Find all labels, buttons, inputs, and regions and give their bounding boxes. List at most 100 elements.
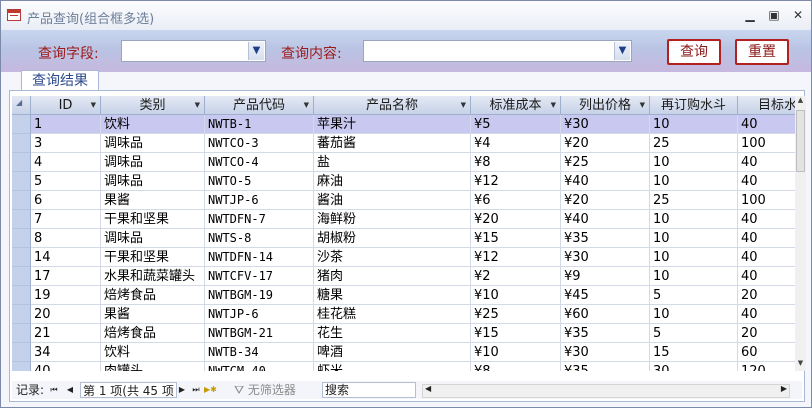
cell-product-code[interactable]: NWTS-8 <box>205 229 314 248</box>
cell-target-level[interactable]: 40 <box>738 248 795 267</box>
table-row[interactable]: 14 干果和坚果 NWTDFN-14 沙茶 ¥12 ¥30 10 40 <box>12 248 795 267</box>
cell-standard-cost[interactable]: ¥25 <box>471 305 561 324</box>
table-row[interactable]: 40肉罐头NWTCM-40虾米¥8¥3530120 <box>12 362 795 371</box>
cell-list-price[interactable]: ¥40 <box>561 172 650 191</box>
column-header-category[interactable]: 类别 ▼ <box>101 96 205 115</box>
cell-list-price[interactable]: ¥35 <box>561 324 650 343</box>
cell-list-price[interactable]: ¥20 <box>561 134 650 153</box>
chevron-down-icon[interactable]: ▼ <box>614 42 630 60</box>
cell-id[interactable]: 17 <box>31 267 101 286</box>
column-header-target-level[interactable]: 目标水 <box>738 96 795 115</box>
cell-id[interactable]: 19 <box>31 286 101 305</box>
cell-reorder-level[interactable]: 10 <box>650 153 738 172</box>
cell-product-name[interactable]: 桂花糕 <box>314 305 471 324</box>
record-selector[interactable] <box>12 153 31 172</box>
cell-category[interactable]: 调味品 <box>101 229 205 248</box>
new-record-icon[interactable]: ▶✱ <box>204 382 217 398</box>
query-field-combo[interactable]: ▼ <box>121 40 266 62</box>
record-selector[interactable] <box>12 324 31 343</box>
cell-reorder-level[interactable]: 10 <box>650 248 738 267</box>
cell-product-code[interactable]: NWTCO-4 <box>205 153 314 172</box>
column-header-reorder-level[interactable]: 再订购水斗 <box>650 96 738 115</box>
record-selector[interactable] <box>12 305 31 324</box>
cell-target-level[interactable]: 40 <box>738 172 795 191</box>
cell-product-code[interactable]: NWTB-34 <box>205 343 314 362</box>
dropdown-icon[interactable]: ▼ <box>304 96 309 115</box>
cell-id[interactable]: 21 <box>31 324 101 343</box>
cell-list-price[interactable]: ¥35 <box>561 362 650 371</box>
cell-target-level[interactable]: 40 <box>738 267 795 286</box>
cell-id[interactable]: 40 <box>31 362 101 371</box>
table-row[interactable]: 4 调味品 NWTCO-4 盐 ¥8 ¥25 10 40 <box>12 153 795 172</box>
cell-category[interactable]: 调味品 <box>101 172 205 191</box>
cell-reorder-level[interactable]: 25 <box>650 191 738 210</box>
chevron-down-icon[interactable]: ▼ <box>248 42 264 60</box>
column-header-id[interactable]: ID ▼ <box>31 96 101 115</box>
scroll-thumb[interactable] <box>796 110 805 172</box>
dropdown-icon[interactable]: ▼ <box>551 96 556 115</box>
cell-standard-cost[interactable]: ¥8 <box>471 362 561 371</box>
cell-product-code[interactable]: NWTCM-40 <box>205 362 314 371</box>
cell-list-price[interactable]: ¥45 <box>561 286 650 305</box>
cell-product-code[interactable]: NWTO-5 <box>205 172 314 191</box>
cell-standard-cost[interactable]: ¥10 <box>471 343 561 362</box>
column-header-product-code[interactable]: 产品代码 ▼ <box>205 96 314 115</box>
cell-list-price[interactable]: ¥9 <box>561 267 650 286</box>
record-selector[interactable] <box>12 191 31 210</box>
table-row[interactable]: 17 水果和蔬菜罐头 NWTCFV-17 猪肉 ¥2 ¥9 10 40 <box>12 267 795 286</box>
cell-id[interactable]: 20 <box>31 305 101 324</box>
vertical-scrollbar[interactable]: ▲ ▼ <box>795 96 806 371</box>
cell-id[interactable]: 14 <box>31 248 101 267</box>
cell-product-name[interactable]: 猪肉 <box>314 267 471 286</box>
cell-target-level[interactable]: 20 <box>738 324 795 343</box>
cell-standard-cost[interactable]: ¥15 <box>471 324 561 343</box>
cell-standard-cost[interactable]: ¥4 <box>471 134 561 153</box>
table-row[interactable]: 7 干果和坚果 NWTDFN-7 海鲜粉 ¥20 ¥40 10 40 <box>12 210 795 229</box>
cell-product-name[interactable]: 啤酒 <box>314 343 471 362</box>
query-button[interactable]: 查询 <box>667 39 721 65</box>
cell-target-level[interactable]: 40 <box>738 229 795 248</box>
cell-reorder-level[interactable]: 25 <box>650 134 738 153</box>
previous-record-icon[interactable]: ◀ <box>64 382 76 398</box>
cell-product-name[interactable]: 盐 <box>314 153 471 172</box>
record-selector[interactable] <box>12 362 31 371</box>
cell-category[interactable]: 饮料 <box>101 115 205 134</box>
cell-category[interactable]: 果酱 <box>101 191 205 210</box>
cell-list-price[interactable]: ¥20 <box>561 191 650 210</box>
table-row[interactable]: 20 果酱 NWTJP-6 桂花糕 ¥25 ¥60 10 40 <box>12 305 795 324</box>
column-header-standard-cost[interactable]: 标准成本 ▼ <box>471 96 561 115</box>
cell-standard-cost[interactable]: ¥8 <box>471 153 561 172</box>
cell-category[interactable]: 调味品 <box>101 153 205 172</box>
cell-category[interactable]: 饮料 <box>101 343 205 362</box>
last-record-icon[interactable]: ⏭ <box>190 382 202 398</box>
record-position[interactable]: 第 1 项(共 45 项 <box>80 382 177 398</box>
close-icon[interactable]: ✕ <box>789 7 807 23</box>
cell-standard-cost[interactable]: ¥12 <box>471 172 561 191</box>
cell-category[interactable]: 焙烤食品 <box>101 324 205 343</box>
record-selector[interactable] <box>12 286 31 305</box>
cell-list-price[interactable]: ¥30 <box>561 343 650 362</box>
cell-standard-cost[interactable]: ¥6 <box>471 191 561 210</box>
cell-category[interactable]: 干果和坚果 <box>101 248 205 267</box>
cell-reorder-level[interactable]: 5 <box>650 286 738 305</box>
cell-standard-cost[interactable]: ¥15 <box>471 229 561 248</box>
cell-standard-cost[interactable]: ¥10 <box>471 286 561 305</box>
cell-target-level[interactable]: 100 <box>738 191 795 210</box>
select-all-icon[interactable] <box>12 96 31 115</box>
query-content-combo[interactable]: ▼ <box>363 40 632 62</box>
restore-icon[interactable]: ▣ <box>765 7 783 23</box>
cell-id[interactable]: 7 <box>31 210 101 229</box>
cell-category[interactable]: 调味品 <box>101 134 205 153</box>
cell-category[interactable]: 水果和蔬菜罐头 <box>101 267 205 286</box>
cell-product-code[interactable]: NWTBGM-19 <box>205 286 314 305</box>
table-row[interactable]: 1 饮料 NWTB-1 苹果汁 ¥5 ¥30 10 40 <box>12 115 795 134</box>
table-row[interactable]: 3 调味品 NWTCO-3 蕃茄酱 ¥4 ¥20 25 100 <box>12 134 795 153</box>
cell-reorder-level[interactable]: 15 <box>650 343 738 362</box>
scroll-right-icon[interactable]: ▶ <box>781 384 787 393</box>
cell-list-price[interactable]: ¥60 <box>561 305 650 324</box>
cell-list-price[interactable]: ¥30 <box>561 115 650 134</box>
cell-product-code[interactable]: NWTJP-6 <box>205 191 314 210</box>
table-row[interactable]: 21 焙烤食品 NWTBGM-21 花生 ¥15 ¥35 5 20 <box>12 324 795 343</box>
search-input[interactable]: 搜索 <box>322 382 416 398</box>
cell-standard-cost[interactable]: ¥5 <box>471 115 561 134</box>
